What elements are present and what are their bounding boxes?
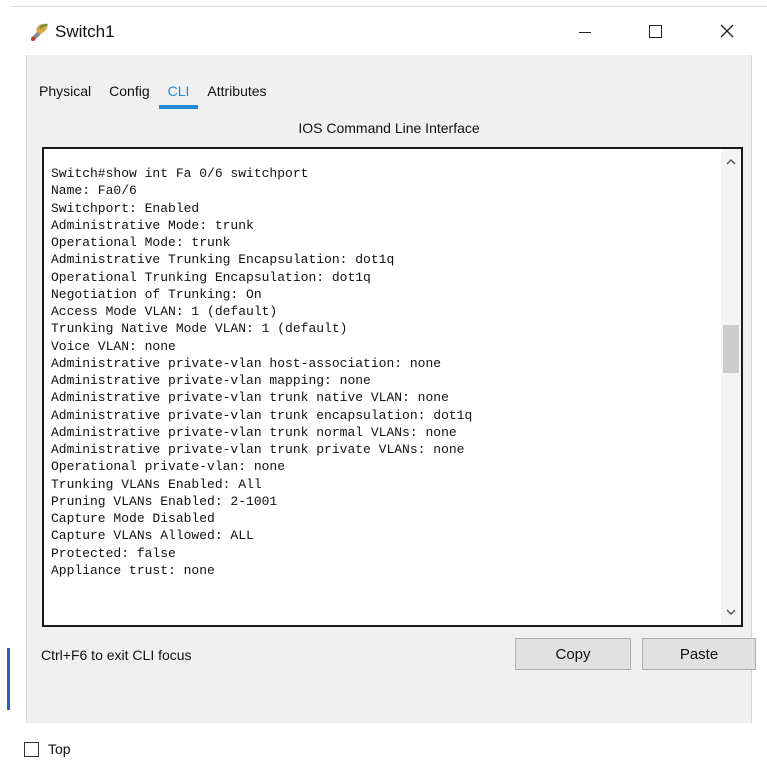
cli-line: Switch#show int Fa 0/6 switchport: [51, 166, 309, 181]
chevron-up-icon: [726, 159, 736, 165]
cli-line: Administrative Mode: trunk: [51, 217, 254, 233]
scroll-up-button[interactable]: [721, 153, 741, 171]
cli-line: Administrative private-vlan trunk native…: [51, 390, 449, 406]
cli-line: Operational Mode: trunk: [51, 235, 231, 250]
cli-line: Appliance trust: none: [51, 562, 215, 578]
cli-line: Administrative private-vlan mapping: non…: [51, 373, 371, 388]
title-bar[interactable]: Switch1: [10, 7, 767, 55]
cli-line: Voice VLAN: none: [51, 338, 176, 354]
cli-terminal[interactable]: Switch#show int Fa 0/6 switchport Name: F…: [42, 147, 743, 627]
cli-line: Administrative private-vlan trunk encaps…: [51, 407, 473, 423]
cli-line: Administrative private-vlan host-associa…: [51, 355, 442, 371]
cli-line: Administrative Trunking Encapsulation: d…: [51, 252, 395, 268]
tab-config[interactable]: Config: [102, 79, 156, 103]
cli-line: Operational private-vlan: none: [51, 459, 286, 475]
tab-attributes[interactable]: Attributes: [200, 79, 273, 103]
maximize-icon: [648, 24, 662, 38]
tab-cli[interactable]: CLI: [158, 79, 199, 109]
panel-title: IOS Command Line Interface: [298, 120, 480, 136]
switch-window: Switch1 Physical Config CLI Attributes I…: [10, 6, 767, 764]
cli-line: Trunking Native Mode VLAN: 1 (default): [51, 321, 348, 337]
close-button[interactable]: [699, 11, 755, 51]
minimize-icon: [579, 31, 591, 33]
copy-button[interactable]: Copy: [515, 638, 631, 670]
cli-line: Pruning VLANs Enabled: 2-1001: [51, 493, 278, 509]
cli-line: Trunking VLANs Enabled: All: [51, 476, 262, 492]
cli-line: Name: Fa0/6: [51, 183, 137, 199]
top-checkbox[interactable]: [24, 741, 39, 757]
switch-app-icon: [31, 23, 48, 41]
tab-physical[interactable]: Physical: [27, 79, 98, 103]
client-area: Physical Config CLI Attributes IOS Comma…: [26, 55, 756, 723]
top-checkbox-label: Top: [48, 741, 71, 757]
window-title: Switch1: [55, 22, 115, 41]
cli-line: Negotiation of Trunking: On: [51, 286, 262, 302]
close-icon: [720, 24, 734, 38]
maximize-button[interactable]: [627, 11, 683, 51]
cli-line: Protected: false: [51, 545, 176, 561]
terminal-scrollbar[interactable]: [721, 149, 741, 625]
cli-line: Capture VLANs Allowed: ALL: [51, 528, 254, 544]
tab-bar: Physical Config CLI Attributes: [27, 79, 278, 109]
cli-line: Capture Mode Disabled: [51, 511, 215, 526]
scroll-down-button[interactable]: [721, 603, 741, 621]
scroll-thumb[interactable]: [723, 325, 739, 373]
cli-line: Operational Trunking Encapsulation: dot1…: [51, 269, 371, 285]
cli-line: Administrative private-vlan trunk privat…: [51, 442, 465, 457]
cli-line: Administrative private-vlan trunk normal…: [51, 424, 457, 440]
top-option[interactable]: Top: [24, 738, 71, 760]
cli-focus-hint: Ctrl+F6 to exit CLI focus: [41, 647, 192, 663]
chevron-down-icon: [726, 609, 736, 615]
minimize-button[interactable]: [557, 11, 613, 51]
cli-output: Switch#show int Fa 0/6 switchport Name: F…: [51, 165, 472, 579]
cli-line: Switchport: Enabled: [51, 200, 200, 216]
cli-line: Access Mode VLAN: 1 (default): [51, 304, 278, 319]
paste-button[interactable]: Paste: [642, 638, 756, 670]
